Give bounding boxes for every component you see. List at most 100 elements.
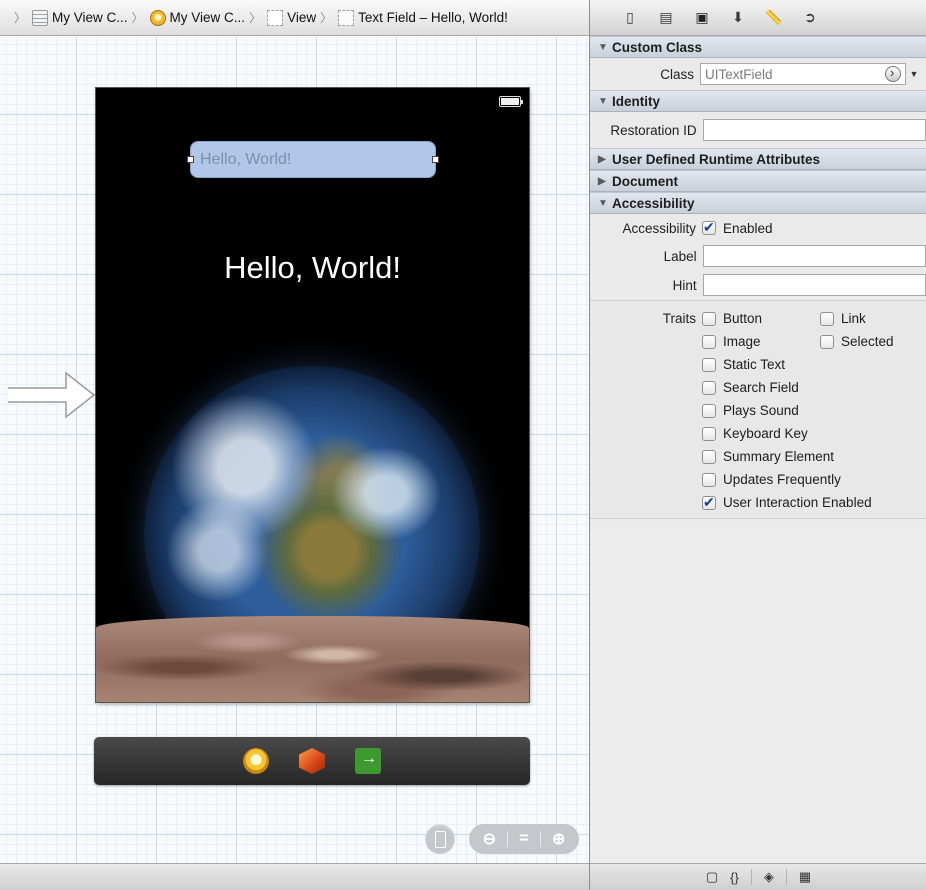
accessibility-label-row: Label xyxy=(590,242,926,270)
breadcrumb-label: My View C... xyxy=(169,10,246,25)
connections-inspector-icon[interactable]: ➲ xyxy=(792,6,828,30)
jump-bar-back-chevron[interactable]: 〉 xyxy=(14,9,26,26)
trait-plays-sound-checkbox[interactable]: Plays Sound xyxy=(702,399,926,422)
trait-label: Selected xyxy=(841,334,894,349)
accessibility-hint-row: Hint xyxy=(590,270,926,300)
view-icon xyxy=(267,9,284,26)
checkbox-checked-icon[interactable] xyxy=(702,494,716,511)
zoom-separator xyxy=(507,831,509,847)
class-combobox[interactable]: UITextField xyxy=(700,63,906,85)
breadcrumb-view-controller[interactable]: My View C... xyxy=(149,9,246,26)
accessibility-hint-field[interactable] xyxy=(702,274,926,296)
section-user-defined-runtime-attributes[interactable]: ▶ User Defined Runtime Attributes xyxy=(590,148,926,170)
label-label: Label xyxy=(663,248,697,264)
disclosure-closed-icon: ▶ xyxy=(598,153,606,165)
breadcrumb-text-field[interactable]: Text Field – Hello, World! xyxy=(338,9,508,26)
trait-label: Image xyxy=(723,334,761,349)
accessibility-label: Accessibility xyxy=(622,220,696,236)
breadcrumb-separator: 〉 xyxy=(249,11,262,25)
section-custom-class[interactable]: ▼ Custom Class xyxy=(590,36,926,58)
trait-search-field-checkbox[interactable]: Search Field xyxy=(702,376,926,399)
checkbox-icon[interactable] xyxy=(702,311,716,326)
size-inspector-icon[interactable]: 📏 xyxy=(756,6,792,30)
checkbox-icon[interactable] xyxy=(702,472,716,487)
checkbox-icon[interactable] xyxy=(820,334,834,349)
section-accessibility[interactable]: ▼ Accessibility xyxy=(590,192,926,214)
go-to-class-icon[interactable] xyxy=(885,65,901,82)
first-responder-icon[interactable] xyxy=(299,748,325,774)
library-separator xyxy=(750,869,752,885)
checkbox-checked-icon[interactable] xyxy=(702,219,716,236)
breadcrumb-storyboard[interactable]: My View C... xyxy=(32,9,128,26)
checkbox-icon[interactable] xyxy=(702,426,716,441)
quick-help-icon[interactable]: ▤ xyxy=(648,6,684,30)
view-controller-icon xyxy=(149,9,166,26)
trait-label: Link xyxy=(841,311,866,326)
initial-view-controller-arrow-icon[interactable] xyxy=(8,370,100,420)
identity-inspector: ▯ ▤ ▣ ⬇ 📏 ➲ ▼ Custom Class Class UITextF… xyxy=(589,0,926,890)
inspector-tab-bar: ▯ ▤ ▣ ⬇ 📏 ➲ xyxy=(590,0,926,36)
hello-world-label[interactable]: Hello, World! xyxy=(96,250,529,286)
trait-label: Summary Element xyxy=(723,449,835,464)
trait-keyboard-key-checkbox[interactable]: Keyboard Key xyxy=(702,422,926,445)
zoom-controls: ⊖ = ⊕ xyxy=(469,824,579,854)
trait-link-checkbox[interactable]: Link xyxy=(820,307,894,330)
library-separator xyxy=(785,869,787,885)
view-controller-scene[interactable]: Hello, World! Hello, World! xyxy=(96,88,529,702)
file-template-icon[interactable]: ▢ xyxy=(706,869,718,885)
zoom-separator xyxy=(539,831,541,847)
zoom-out-icon[interactable]: ⊖ xyxy=(483,829,496,849)
resize-handle-right[interactable] xyxy=(432,156,439,163)
storyboard-canvas[interactable]: Hello, World! Hello, World! ⊖ = ⊕ xyxy=(0,37,589,863)
checkbox-icon[interactable] xyxy=(702,357,716,372)
section-title: Document xyxy=(612,173,679,189)
device-form-factor-button[interactable] xyxy=(425,824,455,854)
moon-surface-image[interactable] xyxy=(96,616,529,702)
zoom-actual-size-icon[interactable]: = xyxy=(519,830,528,848)
trait-summary-element-checkbox[interactable]: Summary Element xyxy=(702,445,926,468)
breadcrumb-view[interactable]: View xyxy=(267,9,316,26)
checkbox-icon[interactable] xyxy=(702,380,716,395)
attributes-inspector-icon[interactable]: ⬇ xyxy=(720,6,756,30)
section-identity[interactable]: ▼ Identity xyxy=(590,90,926,112)
trait-image-checkbox[interactable]: Image xyxy=(702,330,820,353)
identity-inspector-icon[interactable]: ▣ xyxy=(684,6,720,30)
trait-updates-frequently-checkbox[interactable]: Updates Frequently xyxy=(702,468,926,491)
section-title: Identity xyxy=(612,93,661,109)
trait-user-interaction-enabled-checkbox[interactable]: User Interaction Enabled xyxy=(702,491,926,514)
traits-column-full: Static Text Search Field Plays Sound Key… xyxy=(590,353,926,514)
trait-label: Plays Sound xyxy=(723,403,799,418)
hint-label: Hint xyxy=(672,277,697,293)
trait-label: User Interaction Enabled xyxy=(723,495,872,510)
trait-static-text-checkbox[interactable]: Static Text xyxy=(702,353,926,376)
breadcrumb-label: Text Field – Hello, World! xyxy=(358,10,508,25)
trait-selected-checkbox[interactable]: Selected xyxy=(820,330,894,353)
zoom-in-icon[interactable]: ⊕ xyxy=(552,829,565,849)
storyboard-icon xyxy=(32,9,49,26)
file-inspector-icon[interactable]: ▯ xyxy=(612,6,648,30)
section-document[interactable]: ▶ Document xyxy=(590,170,926,192)
canvas-bottom-bar xyxy=(0,863,589,890)
accessibility-enabled-checkbox[interactable]: Enabled xyxy=(702,217,773,240)
checkbox-icon[interactable] xyxy=(702,449,716,464)
view-controller-icon[interactable] xyxy=(243,748,269,774)
section-title: Custom Class xyxy=(612,39,703,55)
inspector-empty-area xyxy=(590,530,926,863)
resize-handle-left[interactable] xyxy=(187,156,194,163)
section-title: Accessibility xyxy=(612,195,695,211)
checkbox-icon[interactable] xyxy=(702,403,716,418)
battery-icon xyxy=(499,96,523,107)
trait-button-checkbox[interactable]: Button xyxy=(702,307,820,330)
media-library-icon[interactable]: ▦ xyxy=(799,869,811,885)
checkbox-icon[interactable] xyxy=(702,334,716,349)
code-snippet-icon[interactable]: {} xyxy=(730,870,739,885)
traits-column-right: Link Selected xyxy=(820,307,894,353)
accessibility-label-field[interactable] xyxy=(702,245,926,267)
checkbox-icon[interactable] xyxy=(820,311,834,326)
restoration-id-field[interactable] xyxy=(702,119,926,141)
breadcrumb-label: My View C... xyxy=(52,10,128,25)
class-dropdown-arrow-icon[interactable]: ▼ xyxy=(906,69,922,79)
exit-icon[interactable] xyxy=(355,748,381,774)
hello-text-field[interactable]: Hello, World! xyxy=(187,141,439,178)
object-library-icon[interactable]: ◈ xyxy=(764,869,774,885)
